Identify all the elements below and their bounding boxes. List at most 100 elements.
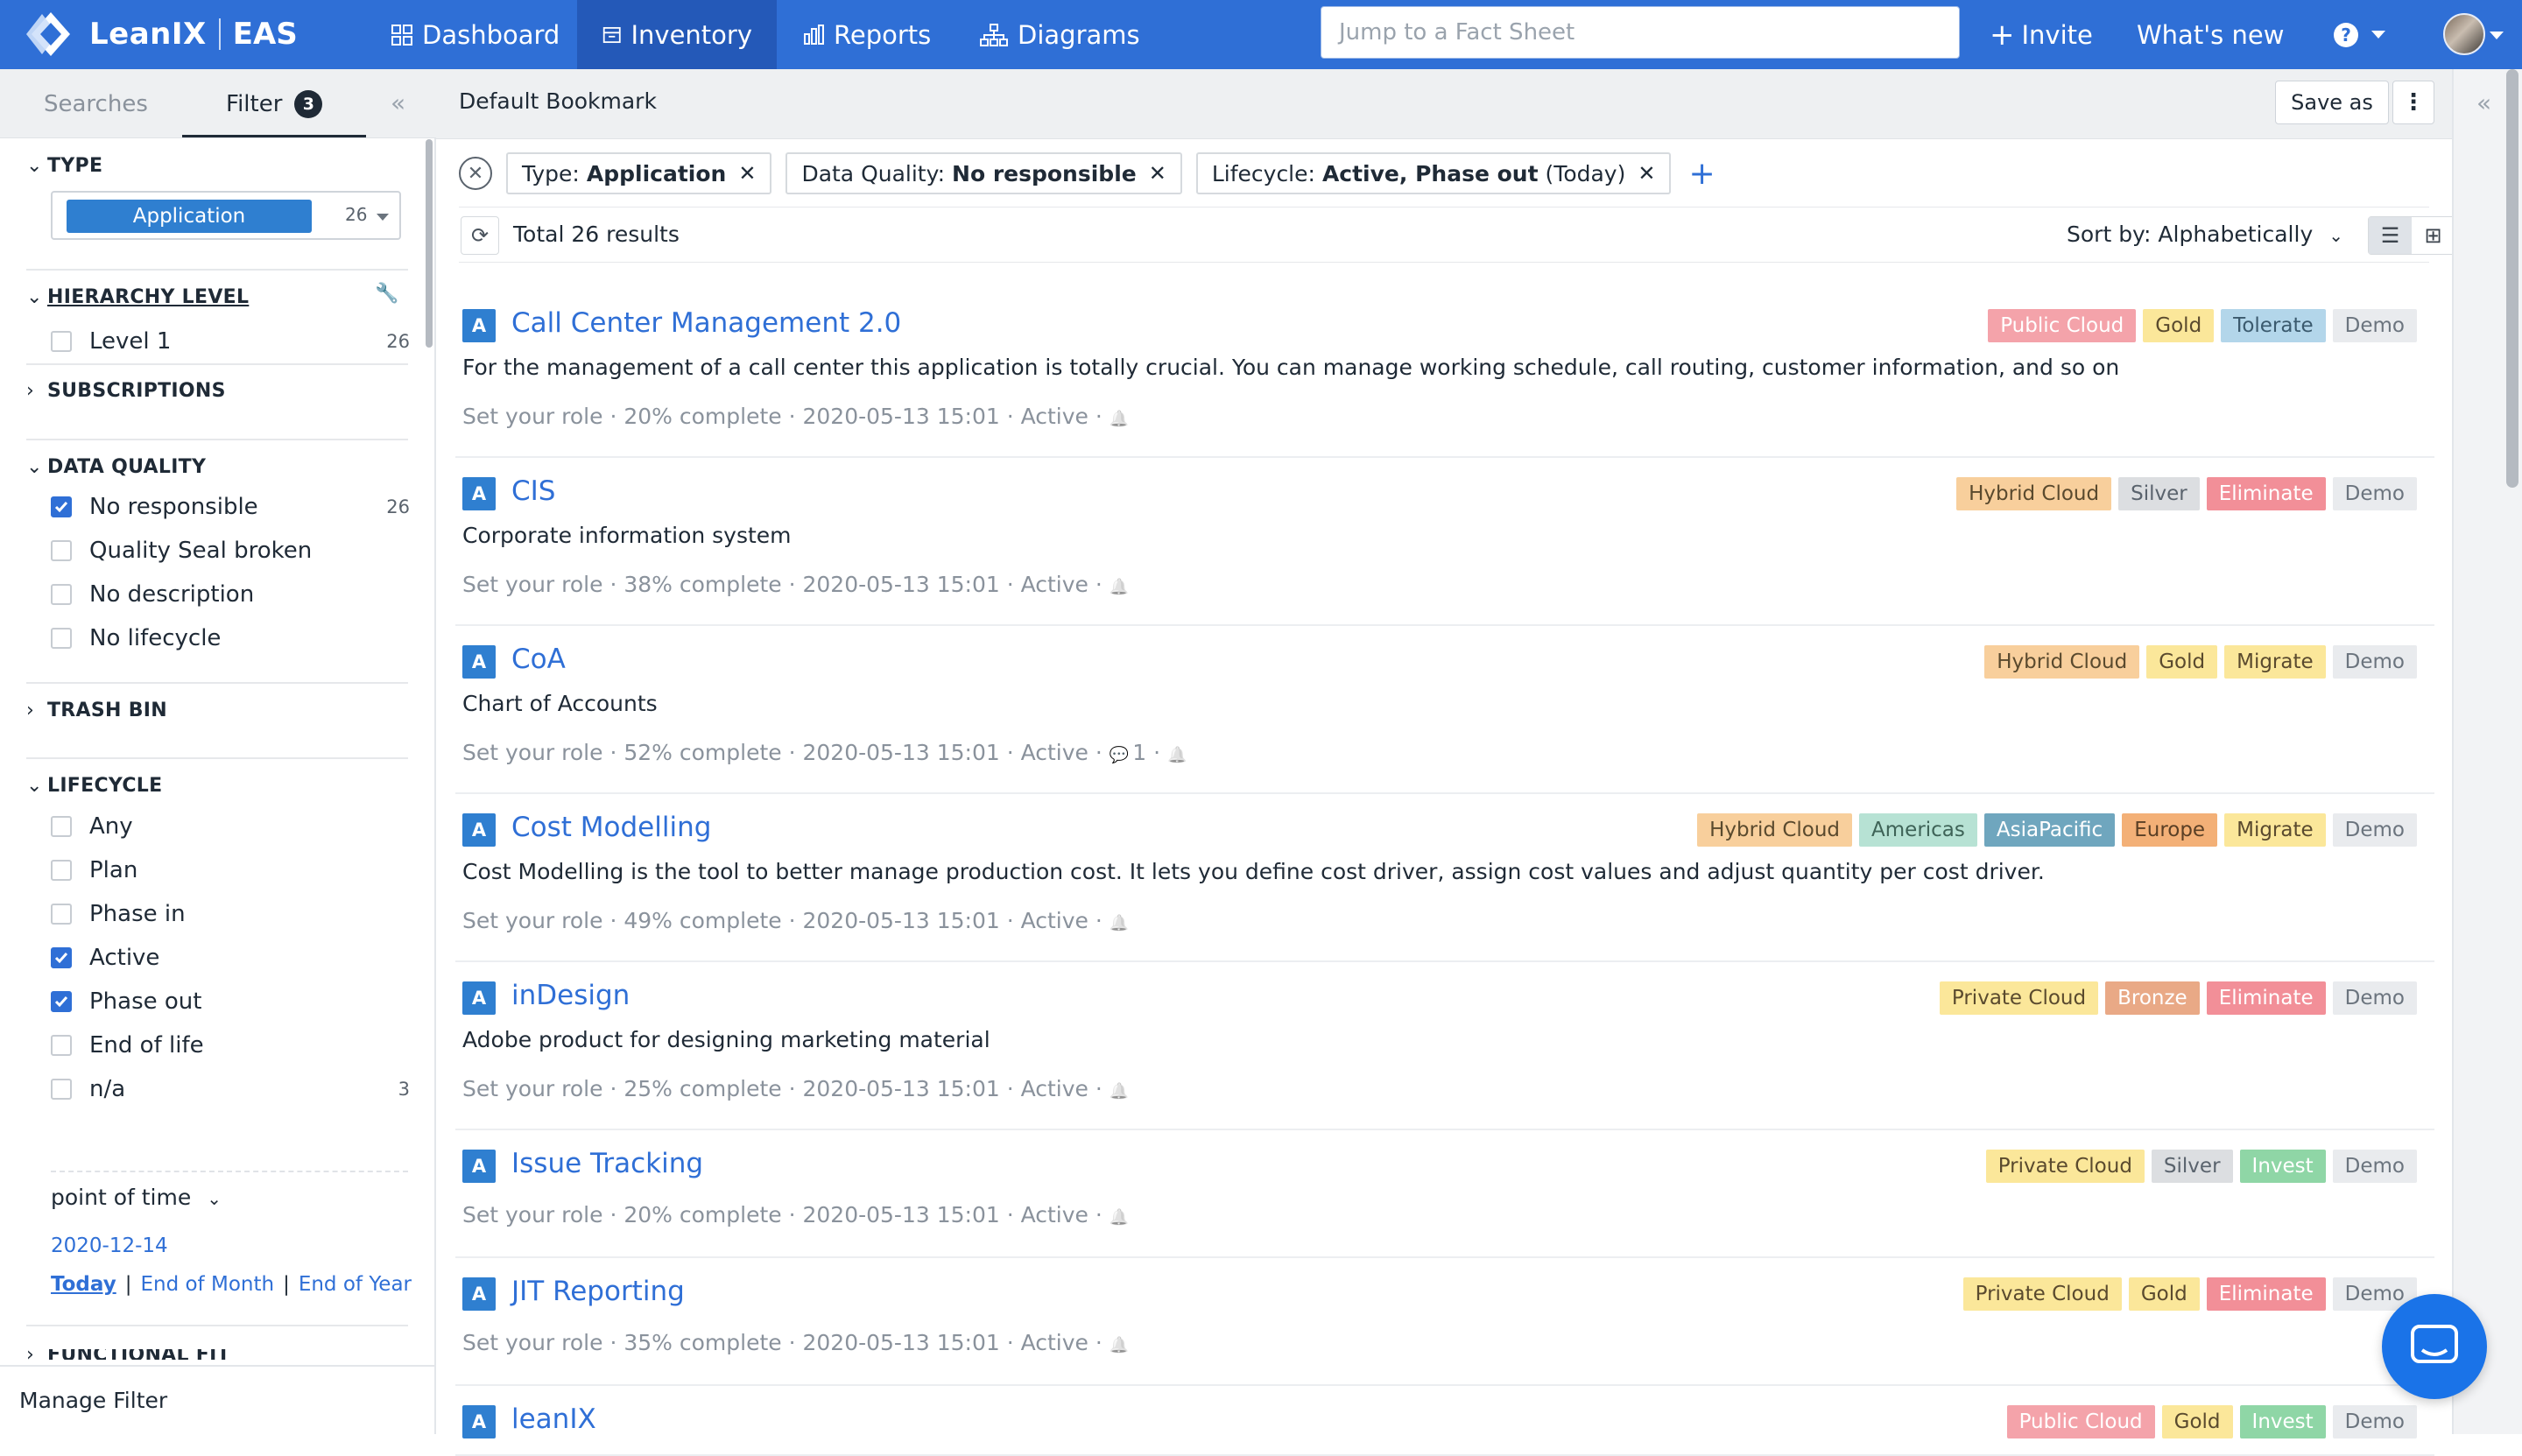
bell-icon[interactable]: 🔔 [1110, 578, 1129, 596]
tag-badge[interactable]: Public Cloud [2006, 1405, 2155, 1438]
tag-badge[interactable]: Demo [2332, 1405, 2417, 1438]
bell-icon[interactable]: 🔔 [1167, 746, 1187, 764]
fact-sheet-title-link[interactable]: Issue Tracking [511, 1148, 703, 1179]
filter-option-no-responsible[interactable]: No responsible 26 [51, 492, 410, 522]
fact-sheet-title-link[interactable]: CIS [511, 475, 555, 507]
tag-badge[interactable]: Migrate [2224, 813, 2326, 847]
filter-option-quality-seal-broken[interactable]: Quality Seal broken [51, 536, 410, 566]
user-avatar[interactable] [2443, 13, 2485, 55]
bell-icon[interactable]: 🔔 [1110, 914, 1129, 932]
tag-badge[interactable]: Gold [2128, 1277, 2200, 1311]
filter-option-active[interactable]: Active [51, 943, 410, 973]
nav-dashboard[interactable]: Dashboard [378, 0, 572, 69]
filter-option-any[interactable]: Any [51, 812, 410, 841]
tag-badge[interactable]: Eliminate [2206, 477, 2326, 510]
logo[interactable]: LeanIX EAS [23, 9, 298, 60]
tag-badge[interactable]: Silver [2118, 477, 2200, 510]
bookmark-title[interactable]: Default Bookmark [459, 88, 657, 114]
sort-dropdown[interactable]: Sort by: Alphabetically ⌄ [2067, 222, 2343, 247]
user-menu-chevron-icon[interactable] [2490, 32, 2504, 39]
tag-badge[interactable]: Eliminate [2206, 1277, 2326, 1311]
functional-fit-section-header[interactable]: › FUNCTIONAL FIT [26, 1349, 408, 1360]
data-quality-section-header[interactable]: ⌄ DATA QUALITY [26, 456, 408, 478]
checkbox[interactable] [51, 1079, 72, 1100]
tag-badge[interactable]: Silver [2151, 1150, 2233, 1183]
fact-sheet-card[interactable]: A Call Center Management 2.0 For the manag… [455, 290, 2434, 458]
filter-option-end-of-life[interactable]: End of life [51, 1030, 410, 1060]
filter-option-phase-out[interactable]: Phase out [51, 987, 410, 1016]
tag-badge[interactable]: Invest [2239, 1150, 2326, 1183]
checkbox[interactable] [51, 540, 72, 561]
subscriptions-section-header[interactable]: › SUBSCRIPTIONS [26, 380, 408, 402]
trash-bin-section-header[interactable]: › TRASH BIN [26, 700, 408, 721]
fact-sheet-title-link[interactable]: JIT Reporting [511, 1276, 685, 1307]
tag-badge[interactable]: Private Cloud [1939, 981, 2099, 1015]
help-menu[interactable]: ? [2333, 0, 2385, 69]
page-scrollbar[interactable] [2506, 69, 2518, 488]
tag-badge[interactable]: Eliminate [2206, 981, 2326, 1015]
tag-badge[interactable]: Bronze [2105, 981, 2200, 1015]
remove-chip-icon[interactable]: ✕ [1149, 161, 1166, 186]
type-section-header[interactable]: ⌄ TYPE [26, 155, 408, 177]
tag-badge[interactable]: Demo [2332, 813, 2417, 847]
remove-chip-icon[interactable]: ✕ [738, 161, 756, 186]
fact-sheet-title-link[interactable]: Call Center Management 2.0 [511, 307, 901, 339]
tag-badge[interactable]: Americas [1859, 813, 1977, 847]
bell-icon[interactable]: 🔔 [1110, 1082, 1129, 1101]
fact-sheet-title-link[interactable]: inDesign [511, 980, 630, 1011]
fact-sheet-title-link[interactable]: Cost Modelling [511, 812, 711, 843]
add-filter-icon[interactable]: + [1688, 156, 1715, 192]
fact-sheet-card[interactable]: A CoA Chart of Accounts Set your role · 52%… [455, 626, 2434, 794]
fact-sheet-card[interactable]: A Cost Modelling Cost Modelling is the too… [455, 794, 2434, 962]
hierarchy-section-header[interactable]: ⌄ HIERARCHY LEVEL [26, 286, 408, 308]
bell-icon[interactable]: 🔔 [1110, 1208, 1129, 1227]
filter-option-phase-in[interactable]: Phase in [51, 899, 410, 929]
tab-searches[interactable]: Searches [44, 69, 148, 138]
manage-filter-button[interactable]: Manage Filter [0, 1365, 434, 1434]
more-options-icon[interactable]: ⋮ [2392, 81, 2434, 124]
tag-badge[interactable]: Demo [2332, 645, 2417, 679]
point-of-time-date[interactable]: 2020-12-14 [51, 1234, 168, 1257]
tag-badge[interactable]: Private Cloud [1962, 1277, 2122, 1311]
fact-sheet-search-input[interactable]: Jump to a Fact Sheet [1321, 6, 1960, 59]
tag-badge[interactable]: Invest [2239, 1405, 2326, 1438]
grid-view-icon[interactable]: ⊞ [2412, 217, 2455, 254]
filter-chip-data-quality[interactable]: Data Quality: No responsible ✕ [785, 152, 1182, 194]
tag-badge[interactable]: Gold [2161, 1405, 2233, 1438]
list-view-icon[interactable]: ☰ [2369, 217, 2412, 254]
tag-badge[interactable]: Gold [2143, 309, 2215, 342]
end-of-year-link[interactable]: End of Year [299, 1273, 412, 1296]
filter-chip-lifecycle[interactable]: Lifecycle: Active, Phase out (Today) ✕ [1195, 152, 1672, 194]
fact-sheet-card[interactable]: AleanIX Public Cloud Gold Invest Demo [455, 1386, 2434, 1456]
tag-badge[interactable]: Demo [2332, 1150, 2417, 1183]
tag-badge[interactable]: Tolerate [2221, 309, 2326, 342]
point-of-time-dropdown[interactable]: point of time ⌄ [51, 1185, 222, 1210]
fact-sheet-card[interactable]: A JIT Reporting Set your role · 35% comple… [455, 1258, 2434, 1386]
fact-sheet-card[interactable]: A CIS Corporate information system Set your… [455, 458, 2434, 626]
save-as-button[interactable]: Save as [2275, 81, 2389, 124]
checkbox[interactable] [51, 628, 72, 649]
invite-button[interactable]: + Invite [1990, 0, 2093, 69]
filter-chip-type[interactable]: Type: Application ✕ [506, 152, 772, 194]
bell-icon[interactable]: 🔔 [1110, 1336, 1129, 1354]
fact-sheet-card[interactable]: AinDesign Adobe product for designing mar… [455, 962, 2434, 1130]
tag-badge[interactable]: Demo [2332, 309, 2417, 342]
tag-badge[interactable]: Demo [2332, 981, 2417, 1015]
nav-diagrams[interactable]: Diagrams [967, 0, 1152, 69]
fact-sheet-title-link[interactable]: CoA [511, 644, 566, 675]
checkbox[interactable] [51, 860, 72, 881]
tag-badge[interactable]: Europe [2122, 813, 2218, 847]
checkbox[interactable] [51, 904, 72, 925]
tab-filter[interactable]: Filter 3 [226, 69, 323, 138]
filter-option-level-1[interactable]: Level 1 26 [51, 327, 410, 356]
remove-chip-icon[interactable]: ✕ [1638, 161, 1655, 186]
checkbox-checked[interactable] [51, 947, 72, 968]
fact-sheet-title-link[interactable]: leanIX [511, 1403, 596, 1435]
bell-icon[interactable]: 🔔 [1110, 410, 1129, 428]
filter-option-no-description[interactable]: No description [51, 580, 410, 609]
wrench-icon[interactable]: 🔧 [375, 283, 398, 305]
filter-option-na[interactable]: n/a 3 [51, 1074, 410, 1104]
nav-inventory[interactable]: Inventory [577, 0, 777, 69]
checkbox-checked[interactable] [51, 991, 72, 1012]
tag-badge[interactable]: AsiaPacific [1983, 813, 2116, 847]
